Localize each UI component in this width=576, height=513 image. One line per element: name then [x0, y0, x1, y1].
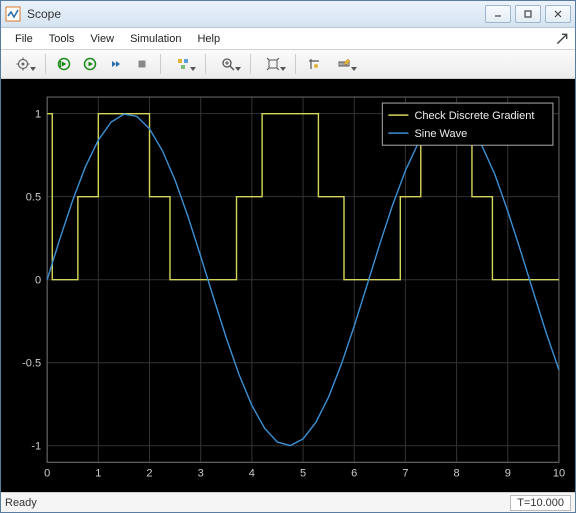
svg-text:-1: -1 [31, 441, 41, 453]
triggers-button[interactable] [167, 53, 199, 75]
titlebar: Scope [1, 1, 575, 28]
svg-text:7: 7 [402, 467, 408, 479]
chart: 0 1 2 3 4 5 6 7 8 9 10 -1 -0.5 0 0.5 1 Check Discrete Gr… [7, 85, 569, 486]
svg-text:5: 5 [300, 467, 306, 479]
minimize-button[interactable] [485, 5, 511, 23]
svg-text:0: 0 [44, 467, 50, 479]
close-button[interactable] [545, 5, 571, 23]
scope-window: Scope File Tools View Simulation Help [0, 0, 576, 513]
plot-canvas[interactable]: 0 1 2 3 4 5 6 7 8 9 10 -1 -0.5 0 0.5 1 Check Discrete Gr… [7, 85, 569, 486]
measurements-button[interactable] [328, 53, 360, 75]
menu-file[interactable]: File [7, 31, 41, 47]
svg-text:1: 1 [35, 109, 41, 121]
undock-icon[interactable] [555, 32, 569, 46]
svg-text:Check Discrete Gradient: Check Discrete Gradient [414, 110, 534, 122]
plot-area: 0 1 2 3 4 5 6 7 8 9 10 -1 -0.5 0 0.5 1 Check Discrete Gr… [1, 79, 575, 492]
svg-text:4: 4 [249, 467, 255, 479]
zoom-button[interactable] [212, 53, 244, 75]
status-time: T=10.000 [510, 495, 571, 511]
statusbar: Ready T=10.000 [1, 492, 575, 512]
svg-text:1: 1 [95, 467, 101, 479]
svg-text:0: 0 [35, 275, 41, 287]
app-icon [5, 6, 21, 22]
menu-simulation[interactable]: Simulation [122, 31, 189, 47]
autoscale-button[interactable] [257, 53, 289, 75]
svg-text:2: 2 [146, 467, 152, 479]
menu-help[interactable]: Help [189, 31, 228, 47]
window-title: Scope [27, 7, 485, 21]
menubar: File Tools View Simulation Help [1, 28, 575, 49]
svg-text:6: 6 [351, 467, 357, 479]
svg-text:-0.5: -0.5 [22, 358, 41, 370]
status-ready: Ready [5, 497, 510, 509]
toolbar [1, 50, 575, 79]
menu-view[interactable]: View [82, 31, 122, 47]
svg-text:8: 8 [454, 467, 460, 479]
settings-button[interactable] [7, 53, 39, 75]
step-forward-button[interactable] [104, 53, 128, 75]
run-button[interactable] [78, 53, 102, 75]
svg-text:9: 9 [505, 467, 511, 479]
menu-tools[interactable]: Tools [41, 31, 83, 47]
restart-button[interactable] [52, 53, 76, 75]
window-controls [485, 5, 571, 23]
stop-button[interactable] [130, 53, 154, 75]
maximize-button[interactable] [515, 5, 541, 23]
svg-text:3: 3 [198, 467, 204, 479]
svg-text:0.5: 0.5 [26, 192, 41, 204]
svg-text:Sine Wave: Sine Wave [414, 128, 467, 140]
svg-text:10: 10 [553, 467, 565, 479]
cursor-measure-button[interactable] [302, 53, 326, 75]
